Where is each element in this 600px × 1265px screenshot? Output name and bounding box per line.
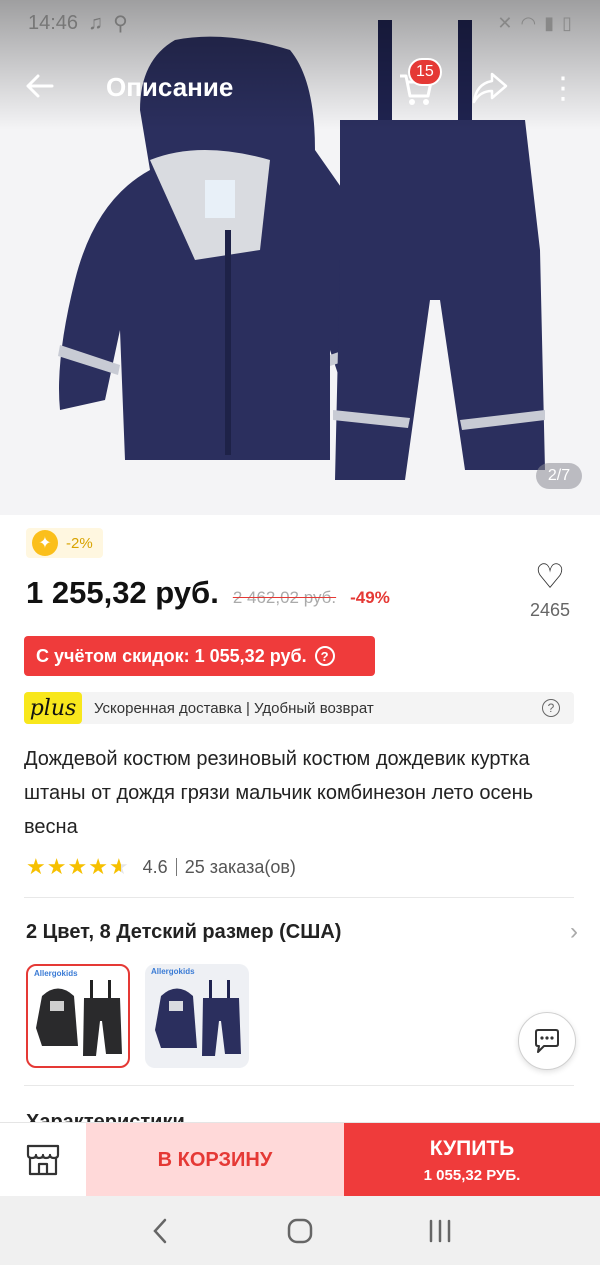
discount-percent: -49%: [350, 588, 390, 607]
rating-value: 4.6: [142, 856, 168, 877]
share-icon[interactable]: [470, 70, 510, 106]
store-button[interactable]: [0, 1123, 86, 1197]
mute-icon: ✕: [497, 12, 513, 33]
help-icon[interactable]: ?: [542, 699, 560, 717]
coin-icon: ✦: [32, 530, 58, 556]
separator: [175, 858, 177, 876]
status-time: 14:46: [28, 11, 79, 34]
nav-recents-icon[interactable]: [420, 1211, 460, 1251]
bottom-action-bar: В КОРЗИНУ КУПИТЬ 1 055,32 РУБ.: [0, 1122, 600, 1197]
star-icon: ★: [67, 854, 88, 879]
star-icon: ★: [88, 854, 108, 879]
chevron-right-icon: ›: [570, 918, 578, 945]
image-counter: 2/7: [536, 463, 582, 489]
plus-delivery-row[interactable]: plus Ускоренная доставка | Удобный возвр…: [24, 692, 574, 724]
chat-bubble-icon: [535, 1029, 559, 1053]
thumb-brand-logo: Allergokids: [34, 969, 78, 978]
promo-chip[interactable]: ✦ -2%: [26, 528, 103, 558]
app-bar: Описание 15 ⋮: [0, 58, 600, 114]
product-title: Дождевой костюм резиновый костюм дождеви…: [24, 748, 534, 838]
heart-icon: ♡: [534, 558, 566, 596]
price-row: 1 255,32 руб. 2 462,02 руб. -49%: [26, 575, 390, 619]
buy-label: КУПИТЬ: [429, 1136, 515, 1160]
wishlist-count: 2465: [529, 600, 571, 620]
status-bar: 14:46 ♫ ⚲ ✕ ◠ ▮ ▯: [0, 0, 600, 46]
add-to-cart-button[interactable]: В КОРЗИНУ: [86, 1123, 344, 1197]
nav-home-icon[interactable]: [280, 1211, 320, 1251]
variant-label: 2 Цвет, 8 Детский размер (США): [26, 920, 342, 943]
variant-thumb-black[interactable]: Allergokids: [26, 964, 130, 1068]
divider: [24, 897, 574, 898]
search-icon: ⚲: [113, 12, 128, 35]
music-icon: ♫: [88, 11, 104, 34]
plus-benefits-text: Ускоренная доставка | Удобный возврат: [94, 699, 374, 717]
more-options-icon[interactable]: ⋮: [548, 70, 578, 106]
plus-logo: plus: [24, 692, 82, 724]
current-price: 1 255,32 руб.: [26, 575, 219, 610]
star-icon: ★: [26, 854, 46, 879]
store-icon: [26, 1144, 60, 1176]
divider: [24, 1085, 574, 1086]
buy-now-button[interactable]: КУПИТЬ 1 055,32 РУБ.: [344, 1123, 600, 1197]
old-price: 2 462,02 руб.: [232, 588, 337, 607]
chat-button[interactable]: [518, 1012, 576, 1070]
buy-price: 1 055,32 РУБ.: [423, 1166, 521, 1184]
orders-count: 25 заказа(ов): [184, 856, 296, 877]
system-nav-bar: [0, 1196, 600, 1265]
rating-stars: ★ ★ ★ ★ ★: [26, 854, 129, 880]
star-icon: ★: [46, 854, 67, 879]
battery-icon: ▯: [562, 12, 572, 33]
characteristics-row[interactable]: Характеристики: [26, 1108, 185, 1122]
cart-count-badge: 15: [408, 58, 442, 86]
promo-label: -2%: [66, 534, 93, 552]
half-star-icon: ★: [108, 854, 129, 879]
nav-back-icon[interactable]: [140, 1211, 180, 1251]
signal-icon: ▮: [544, 12, 555, 33]
variant-selector[interactable]: 2 Цвет, 8 Детский размер (США) ›: [26, 916, 578, 948]
wishlist-button[interactable]: ♡ 2465: [520, 560, 580, 621]
help-icon[interactable]: ?: [314, 646, 335, 666]
variant-thumb-navy[interactable]: Allergokids: [145, 964, 249, 1068]
black-suit-image: [36, 980, 122, 1056]
page-title: Описание: [106, 72, 234, 102]
navy-suit-image: [155, 980, 241, 1056]
thumb-brand-logo: Allergokids: [151, 967, 195, 976]
discount-price-bar[interactable]: С учётом скидок: 1 055,32 руб. ?: [24, 636, 375, 676]
wifi-icon: ◠: [520, 12, 537, 33]
rating-row[interactable]: ★ ★ ★ ★ ★ 4.6 25 заказа(ов): [26, 854, 296, 880]
back-arrow-icon[interactable]: [22, 68, 58, 104]
discount-price-label: С учётом скидок: 1 055,32 руб.: [36, 645, 307, 666]
